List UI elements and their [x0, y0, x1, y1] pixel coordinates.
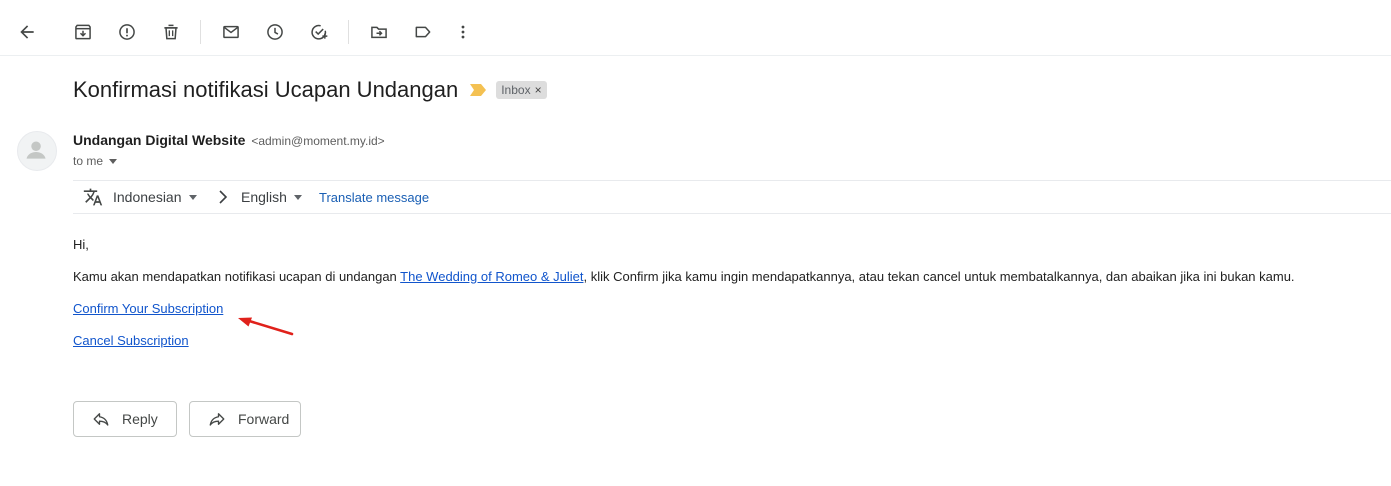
forward-icon: [209, 413, 225, 426]
person-icon: [26, 141, 46, 159]
importance-marker-icon[interactable]: [470, 84, 487, 96]
toolbar-separator: [200, 20, 201, 44]
translate-bar: Indonesian English Translate message: [73, 180, 1391, 214]
inbox-label-chip: Inbox ×: [496, 81, 547, 99]
annotation-arrow-icon: [238, 317, 294, 336]
email-subject: Konfirmasi notifikasi Ucapan Undangan: [73, 77, 459, 102]
move-to-icon: [371, 26, 387, 39]
toolbar-separator: [348, 20, 349, 44]
sender-name[interactable]: Undangan Digital Website: [73, 132, 245, 148]
mark-unread-button[interactable]: [211, 12, 251, 52]
target-language-label: English: [241, 189, 287, 205]
delete-icon: [164, 24, 178, 40]
email-paragraph: Kamu akan mendapatkan notifikasi ucapan …: [73, 269, 1295, 284]
archive-icon: [75, 24, 91, 40]
target-language-dropdown[interactable]: English: [241, 189, 302, 205]
more-options-button[interactable]: [443, 12, 483, 52]
remove-label-icon[interactable]: ×: [535, 83, 542, 97]
move-to-button[interactable]: [359, 12, 399, 52]
chevron-down-icon: [109, 158, 118, 164]
label-icon: [415, 26, 431, 38]
sender-line: Undangan Digital Website <admin@moment.m…: [73, 132, 385, 148]
report-spam-icon: [119, 24, 135, 40]
confirm-subscription-link[interactable]: Confirm Your Subscription: [73, 301, 223, 316]
back-arrow-icon: [20, 25, 34, 39]
add-task-button[interactable]: [299, 12, 339, 52]
email-greeting: Hi,: [73, 237, 89, 252]
forward-label: Forward: [238, 411, 290, 427]
add-task-icon: [311, 24, 328, 40]
chevron-right-icon: [219, 190, 228, 204]
snooze-icon: [267, 24, 283, 40]
translate-icon: [83, 188, 103, 206]
reply-icon: [93, 413, 109, 426]
mark-unread-icon: [223, 25, 239, 39]
to-me-text: to me: [73, 154, 104, 168]
source-language-label: Indonesian: [113, 189, 182, 205]
report-spam-button[interactable]: [107, 12, 147, 52]
back-button[interactable]: [7, 12, 47, 52]
email-toolbar: [0, 0, 1391, 56]
label-button[interactable]: [403, 12, 443, 52]
chevron-down-icon: [188, 194, 197, 200]
email-view: Konfirmasi notifikasi Ucapan Undangan In…: [0, 0, 1391, 486]
translate-message-link[interactable]: Translate message: [319, 190, 429, 205]
snooze-button[interactable]: [255, 12, 295, 52]
delete-button[interactable]: [151, 12, 191, 52]
subject-row: Konfirmasi notifikasi Ucapan Undangan In…: [73, 74, 547, 106]
more-vert-icon: [461, 25, 465, 39]
sender-avatar[interactable]: [17, 131, 57, 171]
wedding-invitation-link[interactable]: The Wedding of Romeo & Juliet: [400, 269, 583, 284]
reply-label: Reply: [122, 411, 158, 427]
paragraph-text-after: , klik Confirm jika kamu ingin mendapatk…: [583, 269, 1295, 284]
inbox-label-text: Inbox: [501, 83, 531, 97]
chevron-down-icon: [293, 194, 302, 200]
paragraph-text-before: Kamu akan mendapatkan notifikasi ucapan …: [73, 269, 401, 284]
source-language-dropdown[interactable]: Indonesian: [113, 189, 197, 205]
cancel-subscription-link[interactable]: Cancel Subscription: [73, 333, 189, 348]
recipient-details-toggle[interactable]: to me: [73, 154, 118, 168]
reply-button[interactable]: Reply: [73, 401, 177, 437]
archive-button[interactable]: [63, 12, 103, 52]
forward-button[interactable]: Forward: [189, 401, 301, 437]
sender-email: <admin@moment.my.id>: [251, 134, 385, 148]
